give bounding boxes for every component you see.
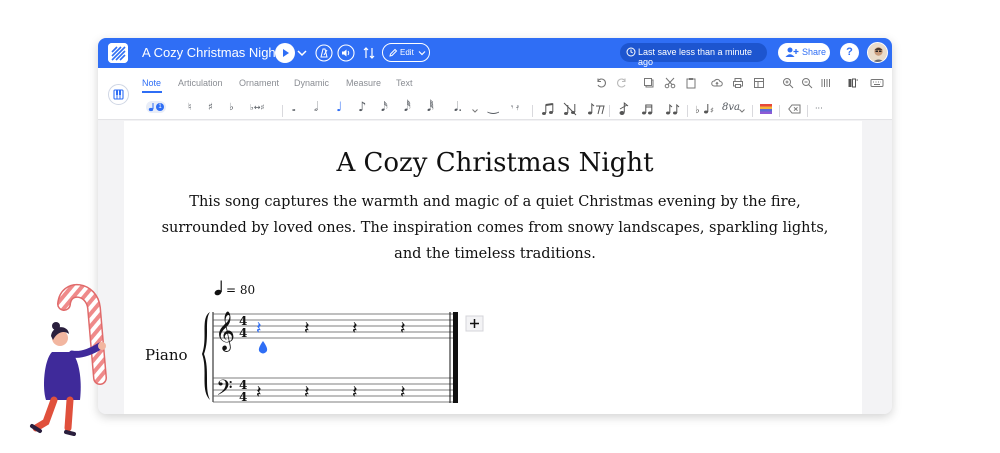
treble-staff <box>213 313 457 339</box>
score-staff-system: 𝄞 𝄢 4 4 4 4 𝄽 𝄽 𝄽 𝄽 𝄽 𝄽 𝄽 𝄽 <box>202 311 484 406</box>
quarter-rest-selected: 𝄽 <box>256 318 262 339</box>
quarter-rest: 𝄽 <box>400 382 406 403</box>
treble-clef: 𝄞 <box>215 311 235 352</box>
candy-cane-illustration <box>30 283 107 436</box>
bass-clef: 𝄢 <box>216 376 233 406</box>
quarter-rest: 𝄽 <box>352 318 358 339</box>
quarter-rest: 𝄽 <box>352 382 358 403</box>
quarter-rest: 𝄽 <box>256 382 262 403</box>
stage: A Cozy Christmas Night Edit Last save le… <box>0 0 1000 453</box>
app-window: A Cozy Christmas Night Edit Last save le… <box>98 38 892 414</box>
bass-time-signature-bottom: 4 <box>239 390 247 404</box>
input-cursor-handle <box>258 341 268 354</box>
bass-staff <box>213 377 457 403</box>
final-barline <box>453 312 458 403</box>
treble-time-signature-bottom: 4 <box>239 326 247 340</box>
grand-staff-brace <box>202 312 210 400</box>
add-measure-button[interactable] <box>465 315 484 332</box>
quarter-rest: 𝄽 <box>400 318 406 339</box>
quarter-rest: 𝄽 <box>304 382 310 403</box>
quarter-rest: 𝄽 <box>304 318 310 339</box>
